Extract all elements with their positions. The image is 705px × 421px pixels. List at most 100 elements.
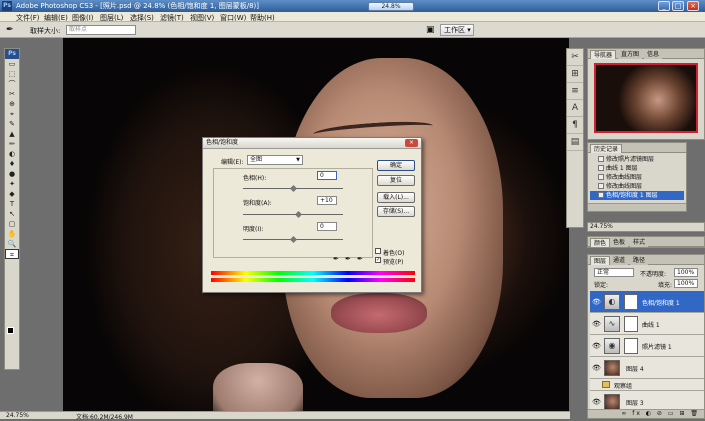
eyedropper-minus-icon[interactable]: ✒ — [357, 255, 365, 263]
history-item[interactable]: 修改曲线图层 — [590, 173, 684, 182]
navigator-panel: 导航器 直方图 信息 — [587, 48, 705, 140]
path-select-tool[interactable]: ↖ — [5, 209, 19, 219]
type-tool[interactable]: T — [5, 199, 19, 209]
layer-group-row[interactable]: 观察组 — [590, 379, 704, 391]
notes-tool[interactable]: ✋ — [5, 229, 19, 239]
eye-icon[interactable]: 👁 — [592, 364, 601, 372]
hue-input[interactable]: 0 — [317, 171, 337, 180]
bridge-icon[interactable]: ▣ — [426, 25, 438, 35]
maximize-button[interactable]: □ — [672, 1, 684, 11]
gradient-tool[interactable]: ♦ — [5, 159, 19, 169]
tool-presets-icon[interactable]: ✂ — [567, 49, 583, 66]
status-zoom[interactable]: 24.75% — [6, 412, 29, 419]
opacity-input[interactable]: 100% — [674, 268, 698, 277]
history-item-selected[interactable]: 色相/饱和度 1 图层 — [590, 191, 684, 200]
foreground-color-swatch[interactable] — [7, 327, 14, 334]
slice-tool[interactable]: ⊕ — [5, 99, 19, 109]
blur-tool[interactable]: ● — [5, 169, 19, 179]
tab-info[interactable]: 信息 — [644, 50, 663, 59]
layer-mask-thumbnail[interactable] — [624, 338, 638, 354]
history-item[interactable]: 修改照片滤镜图层 — [590, 155, 684, 164]
minimize-button[interactable]: _ — [658, 1, 670, 11]
eyedropper-tool-icon[interactable]: ✒ — [6, 25, 16, 35]
workspace-button[interactable]: 工作区 ▾ — [440, 24, 474, 36]
close-button[interactable]: × — [687, 1, 699, 11]
character-icon[interactable]: A — [567, 100, 583, 117]
fill-input[interactable]: 100% — [674, 279, 698, 288]
stamp-tool[interactable]: ▲ — [5, 129, 19, 139]
navigator-zoom-bar: 24.75% — [587, 222, 705, 232]
tab-color[interactable]: 颜色 — [590, 238, 611, 247]
eye-icon[interactable] — [592, 381, 600, 389]
dialog-close-button[interactable]: × — [405, 139, 418, 147]
colorize-checkbox[interactable] — [375, 248, 381, 254]
layer-row[interactable]: 👁 图层 4 — [590, 357, 704, 379]
tab-histogram[interactable]: 直方图 — [618, 50, 643, 59]
lightness-input[interactable]: 0 — [317, 222, 337, 231]
eraser-tool[interactable]: ◐ — [5, 149, 19, 159]
preview-label: 预览(P) — [383, 259, 404, 266]
history-item[interactable]: 修改曲线图层 — [590, 182, 684, 191]
eyedropper-plus-icon[interactable]: ✒ — [345, 255, 353, 263]
saturation-slider-track[interactable] — [243, 214, 343, 215]
tab-swatches[interactable]: 色板 — [610, 238, 629, 247]
eye-icon[interactable]: 👁 — [592, 342, 601, 350]
brushes-icon[interactable]: ⊞ — [567, 66, 583, 83]
crop-tool[interactable]: ✂ — [5, 89, 19, 99]
save-button[interactable]: 存储(S)... — [377, 206, 415, 217]
lasso-tool[interactable]: ⌒ — [5, 79, 19, 89]
layer-name: 照片滤镜 1 — [642, 344, 672, 351]
tab-styles[interactable]: 样式 — [630, 238, 649, 247]
layer-row[interactable]: 👁 ◉ 照片滤镜 1 — [590, 335, 704, 357]
marquee-tool[interactable]: ▭ — [5, 59, 19, 69]
preview-checkbox[interactable]: ✓ — [375, 257, 381, 263]
eyedropper-icon[interactable]: ✒ — [333, 255, 341, 263]
edit-label: 编辑(E): — [221, 159, 244, 166]
opacity-label: 不透明度: — [640, 271, 667, 278]
zoom-tool[interactable]: ⌗ — [5, 249, 19, 259]
navigator-thumbnail[interactable] — [594, 63, 698, 133]
layer-thumbnail — [604, 360, 620, 376]
tab-navigator[interactable]: 导航器 — [590, 50, 617, 59]
layer-row[interactable]: 👁 ∿ 曲线 1 — [590, 313, 704, 335]
layer-row[interactable]: 👁 ◐ 色相/饱和度 1 — [590, 291, 704, 313]
sample-size-select[interactable]: 取样点 — [66, 25, 136, 35]
pen-tool[interactable]: ◆ — [5, 189, 19, 199]
shape-tool[interactable]: ▢ — [5, 219, 19, 229]
color-panel: 颜色 色板 样式 — [587, 236, 705, 248]
edit-select-value: 全图 — [250, 156, 263, 163]
ok-button[interactable]: 确定 — [377, 160, 415, 171]
healing-tool[interactable]: ⌖ — [5, 109, 19, 119]
eye-icon[interactable]: 👁 — [592, 320, 601, 328]
edit-select[interactable]: 全图 ▼ — [247, 155, 303, 165]
saturation-label: 饱和度(A): — [243, 200, 272, 207]
chevron-down-icon: ▼ — [296, 157, 300, 163]
actions-icon[interactable]: ≡ — [567, 83, 583, 100]
history-brush-tool[interactable]: ✏ — [5, 139, 19, 149]
lips-area — [331, 293, 427, 333]
navigator-zoom-value[interactable]: 24.75% — [590, 223, 613, 230]
layer-thumbnail — [604, 394, 620, 410]
brush-tool[interactable]: ✎ — [5, 119, 19, 129]
layers-footer-icons[interactable]: ∞ fx ◐ ⊘ ▭ ⊞ 🗑 — [588, 409, 704, 418]
blend-mode-select[interactable]: 正常 — [594, 268, 634, 277]
reset-button[interactable]: 复位 — [377, 175, 415, 186]
tab-paths[interactable]: 路径 — [630, 256, 649, 265]
layer-mask-thumbnail[interactable] — [624, 316, 638, 332]
hand-tool[interactable]: 🔍 — [5, 239, 19, 249]
saturation-input[interactable]: +10 — [317, 196, 337, 205]
dodge-tool[interactable]: ✦ — [5, 179, 19, 189]
tab-channels[interactable]: 通道 — [610, 256, 629, 265]
layer-comps-icon[interactable]: ▤ — [567, 134, 583, 151]
layer-mask-thumbnail[interactable] — [624, 294, 638, 310]
load-button[interactable]: 载入(L)... — [377, 192, 415, 203]
history-item[interactable]: 曲线 1 图层 — [590, 164, 684, 173]
paragraph-icon[interactable]: ¶ — [567, 117, 583, 134]
folder-icon — [602, 381, 610, 388]
tab-history[interactable]: 历史记录 — [590, 144, 623, 153]
eye-icon[interactable]: 👁 — [592, 298, 601, 306]
move-tool[interactable]: ⬚ — [5, 69, 19, 79]
zoom-indicator[interactable]: 24.8% — [368, 2, 414, 11]
eye-icon[interactable]: 👁 — [592, 398, 601, 406]
tab-layers[interactable]: 图层 — [590, 256, 611, 265]
